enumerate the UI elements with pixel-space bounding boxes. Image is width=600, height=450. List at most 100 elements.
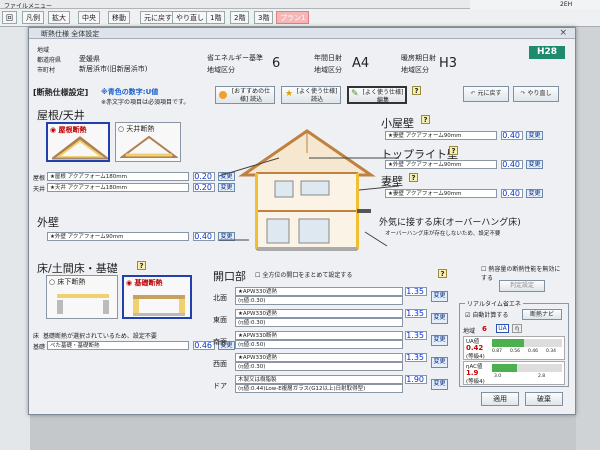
opening-door-u-value: 1.90 <box>405 375 427 384</box>
ceiling-insulation-diagram-icon <box>120 135 178 158</box>
toolbar-move-button[interactable]: 移動 <box>108 11 130 24</box>
toolbar-zoom-button[interactable]: 拡大 <box>48 11 70 24</box>
underfloor-insulation-label: ○ 床下断熱 <box>49 278 86 286</box>
ua-scale-2: 0.56 <box>510 349 521 354</box>
toolbar-undo-button[interactable]: 元に戻す <box>140 11 176 24</box>
all-openings-checkbox[interactable]: ☐ 全方位の開口をまとめて設定する <box>255 270 352 279</box>
foundation-insulation-label: ◉ 基礎断熱 <box>126 279 163 287</box>
wall-section-title: 外壁 <box>37 216 59 229</box>
load-recommended-button[interactable]: [おすすめの仕様] 読込 <box>215 86 275 104</box>
ua-scale-3: 0.46 <box>528 349 539 354</box>
opening-door-change-button[interactable]: 変更 <box>431 379 448 390</box>
roof-u-value: 0.20 <box>193 172 215 181</box>
redo-button[interactable]: ↷ やり直し <box>513 86 559 102</box>
toolbar-plan-tab[interactable]: プラン1 <box>276 11 310 24</box>
toolbar-center-button[interactable]: 中央 <box>78 11 100 24</box>
eta-grade: (等級4) <box>466 379 485 385</box>
toolbar-floor2-radio[interactable]: 2階 <box>230 11 250 24</box>
opening-north-change-button[interactable]: 変更 <box>431 291 448 302</box>
undo-label: 元に戻す <box>477 90 502 97</box>
opening-south-change-button[interactable]: 変更 <box>431 335 448 346</box>
underfloor-diagram-icon <box>57 294 109 314</box>
attic-change-button[interactable]: 変更 <box>526 131 543 140</box>
wall-u-value: 0.40 <box>193 232 215 241</box>
underfloor-insulation-option[interactable]: ○ 床下断熱 <box>46 275 118 319</box>
undo-icon: ↶ <box>470 90 476 97</box>
ua-gauge-fill <box>492 339 524 347</box>
app-right-canvas <box>576 27 600 450</box>
attic-spec-field: ★妻壁 アクアフォーム90mm <box>385 131 497 140</box>
eta-scale-2: 2.8 <box>538 374 546 379</box>
openings-table: 北面 ★APW330遮熱 (η値:0.30) 1.35 変更 東面 ★APW33… <box>213 286 453 396</box>
toolbar-floor1-radio[interactable]: 1階 <box>206 11 226 24</box>
ceiling-u-value: 0.20 <box>193 183 215 192</box>
foundation-u-value: 0.46 <box>193 341 215 350</box>
insulation-settings-dialog: 断熱仕様 全体設定 × 地域 都道府県 愛媛県 市町村 新居浜市(旧新居浜市) … <box>28 27 576 415</box>
openings-help-icon[interactable]: ? <box>438 269 447 278</box>
ua-result-box: UA値 0.42 (等級4) 0.87 0.56 0.46 0.34 <box>463 336 565 360</box>
floor-help-icon[interactable]: ? <box>137 261 146 270</box>
opening-row-west: 西面 ★APW330遮熱 (η値:0.30) 1.35 変更 <box>213 352 453 374</box>
roof-insulation-option[interactable]: ◉ 屋根断熱 <box>46 122 110 162</box>
foundation-insulation-option[interactable]: ◉ 基礎断熱 <box>122 275 192 319</box>
opening-north-label: 北面 <box>213 294 227 302</box>
toolbar-floor3-radio[interactable]: 3階 <box>254 11 274 24</box>
opening-west-change-button[interactable]: 変更 <box>431 357 448 368</box>
attic-wall-title: 小屋壁 <box>381 117 414 130</box>
apply-button[interactable]: 適用 <box>481 392 519 406</box>
eta-gauge <box>492 364 562 372</box>
ua-value: 0.42 <box>466 344 484 352</box>
toolbar-legend-button[interactable]: 凡例 <box>22 11 44 24</box>
gable-change-button[interactable]: 変更 <box>526 189 543 198</box>
opening-row-door: ドア 木製又は樹脂製 (η値:0.44)Low-E複層ガラス(G12以上)日射取… <box>213 374 453 396</box>
spec-help-icon[interactable]: ? <box>412 86 421 95</box>
toolbar-round-button[interactable]: 回 <box>2 11 17 24</box>
opening-west-eta: (η値:0.30) <box>235 362 403 371</box>
toplight-change-button[interactable]: 変更 <box>526 160 543 169</box>
ua-scale-4: 0.34 <box>546 349 557 354</box>
ua-grade: (等級4) <box>466 354 485 360</box>
opening-east-u-value: 1.35 <box>405 309 427 318</box>
opening-door-eta: (η値:0.44)Low-E複層ガラス(G12以上)日射取得型) <box>235 384 403 393</box>
spec-note-blue: ※青色の数字:U値 <box>101 88 159 96</box>
attic-help-icon[interactable]: ? <box>421 115 430 124</box>
spec-note-red: ※赤文字の項目は必須項目です。 <box>101 99 190 106</box>
roof-spec-field: ★屋根 アクアフォーム180mm <box>47 172 189 181</box>
floor-section-title: 床/土間床・基礎 <box>37 262 118 275</box>
gable-wall-title: 妻壁 <box>381 175 403 188</box>
opening-east-change-button[interactable]: 変更 <box>431 313 448 324</box>
roof-row-label: 屋根 <box>33 175 46 182</box>
annual-region-value: A4 <box>352 56 370 71</box>
close-icon[interactable]: × <box>559 28 567 38</box>
insulation-navi-button[interactable]: 断熱ナビ <box>522 309 562 320</box>
floor-not-required-note: 基礎断熱が選択されているため、設定不要 <box>43 333 157 340</box>
star-icon: ★ <box>285 89 294 99</box>
edit-favorite-button[interactable]: ✎ [よく使う仕様] 編集 <box>347 86 407 104</box>
undo-button[interactable]: ↶ 元に戻す <box>463 86 509 102</box>
dialog-title: 断熱仕様 全体設定 <box>41 30 100 38</box>
ceiling-insulation-label: ○ 天井断熱 <box>118 125 155 133</box>
wall-spec-field: ★外壁 アクアフォーム90mm <box>47 232 189 241</box>
opening-north-eta: (η値:0.30) <box>235 296 403 305</box>
toplight-help-icon[interactable]: ? <box>449 146 458 155</box>
gable-u-value: 0.40 <box>501 189 523 198</box>
ua-tab[interactable]: UA <box>496 324 509 333</box>
ceiling-insulation-option[interactable]: ○ 天井断熱 <box>115 122 181 162</box>
city-label: 市町村 <box>37 67 56 74</box>
ua-gauge <box>492 339 562 347</box>
auto-calc-checkbox[interactable]: ☑ 自動計算する <box>465 310 508 319</box>
judgement-settings-button[interactable]: 判定設定 <box>499 280 545 292</box>
load-favorite-button[interactable]: ★ [よく使う仕様] 読込 <box>281 86 341 104</box>
discard-button[interactable]: 破棄 <box>525 392 563 406</box>
spec-settings-title: [断熱仕様設定] <box>33 88 89 97</box>
opening-north-u-value: 1.35 <box>405 287 427 296</box>
eta-scale-1: 3.0 <box>494 374 502 379</box>
toolbar-redo-button[interactable]: やり直し <box>172 11 208 24</box>
ceiling-row-label: 天井 <box>33 186 46 193</box>
gable-help-icon[interactable]: ? <box>409 173 418 182</box>
opening-west-spec: ★APW330遮熱 <box>235 353 403 362</box>
eta-tab[interactable]: η <box>512 324 522 333</box>
overhang-floor-title: 外気に接する床(オーバーハング床) <box>379 218 521 228</box>
opening-south-u-value: 1.35 <box>405 331 427 340</box>
standard-region-value: 6 <box>272 56 281 71</box>
